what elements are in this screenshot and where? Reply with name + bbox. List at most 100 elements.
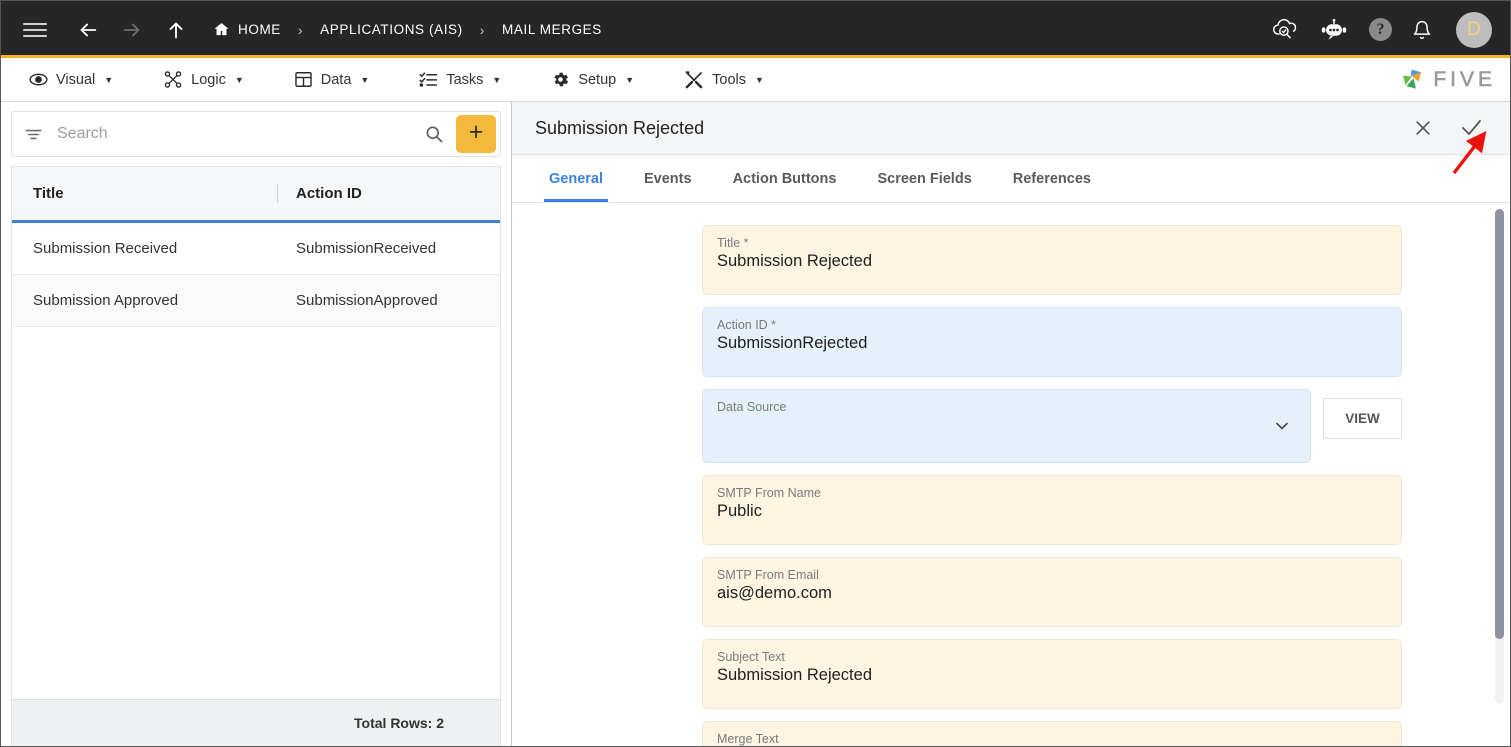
field-label-subject-text: Subject Text: [717, 650, 1387, 664]
field-subject-text[interactable]: Subject Text Submission Rejected: [702, 639, 1402, 709]
field-label-action-id: Action ID *: [717, 318, 1387, 332]
confirm-checkmark-button[interactable]: [1456, 113, 1486, 143]
cell-title: Submission Approved: [12, 292, 277, 309]
breadcrumb-item-home[interactable]: HOME: [213, 21, 281, 38]
up-arrow-icon[interactable]: [165, 19, 187, 41]
application-window: HOME › APPLICATIONS (AIS) › MAIL MERGES: [0, 0, 1511, 747]
menu-label-visual: Visual: [56, 72, 95, 88]
menu-item-visual[interactable]: Visual ▼: [15, 58, 127, 101]
column-header-action-id[interactable]: Action ID: [277, 167, 500, 220]
detail-panel-header: Submission Rejected: [512, 102, 1510, 155]
table-row[interactable]: Submission Received SubmissionReceived: [12, 223, 500, 275]
field-value-smtp-from-name: Public: [717, 502, 1387, 522]
filter-icon[interactable]: [24, 125, 43, 144]
main-body: + Title Action ID Submission Received Su…: [1, 102, 1510, 746]
tab-screen-fields[interactable]: Screen Fields: [864, 155, 984, 202]
breadcrumb-label-home: HOME: [238, 22, 281, 37]
brand-logo: FIVE: [1399, 67, 1510, 93]
eye-icon: [29, 70, 48, 89]
field-row-data-source: Data Source VIEW: [702, 389, 1402, 475]
field-label-title: Title *: [717, 236, 1387, 250]
table-body: Submission Received SubmissionReceived S…: [12, 223, 500, 699]
detail-panel: Submission Rejected General Events Actio…: [512, 102, 1510, 746]
main-menu-bar: Visual ▼ Logic ▼ Data ▼: [1, 58, 1510, 102]
breadcrumb: HOME › APPLICATIONS (AIS) › MAIL MERGES: [213, 21, 602, 38]
field-data-source[interactable]: Data Source: [702, 389, 1311, 463]
menu-item-tasks[interactable]: Tasks ▼: [405, 58, 515, 101]
detail-tabs: General Events Action Buttons Screen Fie…: [512, 155, 1510, 203]
cloud-check-icon[interactable]: [1272, 18, 1299, 42]
chevron-down-icon: ▼: [360, 75, 369, 85]
scrollbar-thumb[interactable]: [1495, 209, 1504, 639]
cell-action-id: SubmissionReceived: [277, 240, 500, 257]
menu-label-logic: Logic: [191, 72, 226, 88]
records-table: Title Action ID Submission Received Subm…: [11, 166, 501, 699]
menu-label-setup: Setup: [578, 72, 616, 88]
field-label-data-source: Data Source: [717, 400, 1296, 414]
tab-action-buttons[interactable]: Action Buttons: [720, 155, 850, 202]
back-arrow-icon[interactable]: [77, 19, 99, 41]
field-smtp-from-email[interactable]: SMTP From Email ais@demo.com: [702, 557, 1402, 627]
menu-label-data: Data: [321, 72, 352, 88]
cell-action-id: SubmissionApproved: [277, 292, 500, 309]
field-label-merge-text: Merge Text: [717, 732, 1387, 746]
breadcrumb-label-mail-merges: MAIL MERGES: [502, 22, 602, 37]
menu-item-logic[interactable]: Logic ▼: [149, 58, 258, 101]
table-grid-icon: [294, 70, 313, 89]
table-footer-total-rows: Total Rows: 2: [11, 699, 501, 746]
field-value-title: Submission Rejected: [717, 252, 1387, 272]
table-header-row: Title Action ID: [12, 167, 500, 223]
field-label-smtp-from-email: SMTP From Email: [717, 568, 1387, 582]
page-title: Submission Rejected: [535, 118, 704, 139]
column-header-title[interactable]: Title: [12, 167, 277, 220]
breadcrumb-item-applications[interactable]: APPLICATIONS (AIS): [320, 22, 463, 37]
field-action-id[interactable]: Action ID * SubmissionRejected: [702, 307, 1402, 377]
chevron-down-icon: ▼: [104, 75, 113, 85]
cell-title: Submission Received: [12, 240, 277, 257]
breadcrumb-label-applications: APPLICATIONS (AIS): [320, 22, 463, 37]
checklist-icon: [419, 70, 438, 89]
brand-text: FIVE: [1433, 68, 1496, 92]
form-vertical-scrollbar[interactable]: [1495, 209, 1504, 704]
breadcrumb-item-mail-merges[interactable]: MAIL MERGES: [502, 22, 602, 37]
bell-icon[interactable]: [1412, 19, 1432, 41]
add-record-button[interactable]: +: [456, 115, 496, 153]
menu-label-tasks: Tasks: [446, 72, 483, 88]
top-navigation-bar: HOME › APPLICATIONS (AIS) › MAIL MERGES: [1, 1, 1510, 58]
tab-general[interactable]: General: [536, 155, 616, 202]
chevron-down-icon: ▼: [625, 75, 634, 85]
chevron-down-icon: ▼: [755, 75, 764, 85]
search-input[interactable]: [57, 125, 414, 143]
help-icon[interactable]: ?: [1369, 18, 1392, 41]
chevron-down-icon[interactable]: [1272, 416, 1292, 436]
avatar[interactable]: D: [1456, 12, 1492, 48]
five-pinwheel-icon: [1399, 67, 1426, 93]
topbar-actions: ? D: [1272, 12, 1492, 48]
menu-item-setup[interactable]: Setup ▼: [537, 58, 648, 101]
gear-icon: [551, 70, 570, 89]
table-row[interactable]: Submission Approved SubmissionApproved: [12, 275, 500, 327]
hamburger-menu-icon[interactable]: [23, 23, 47, 37]
forward-arrow-icon[interactable]: [121, 19, 143, 41]
field-title[interactable]: Title * Submission Rejected: [702, 225, 1402, 295]
menu-item-tools[interactable]: Tools ▼: [670, 58, 778, 101]
breadcrumb-separator: ›: [298, 22, 303, 38]
menu-label-tools: Tools: [712, 72, 746, 88]
tab-events[interactable]: Events: [631, 155, 705, 202]
list-panel: + Title Action ID Submission Received Su…: [1, 102, 512, 746]
field-value-data-source: [717, 416, 1296, 436]
close-icon[interactable]: [1408, 113, 1438, 143]
logic-nodes-icon: [163, 70, 183, 89]
field-value-smtp-from-email: ais@demo.com: [717, 584, 1387, 604]
form-column: Title * Submission Rejected Action ID * …: [702, 225, 1402, 746]
robot-chat-icon[interactable]: [1319, 19, 1349, 41]
view-button[interactable]: VIEW: [1323, 398, 1402, 439]
field-merge-text[interactable]: Merge Text Click to edit: [702, 721, 1402, 746]
tab-references[interactable]: References: [1000, 155, 1104, 202]
search-icon[interactable]: [414, 124, 454, 144]
search-bar: +: [11, 111, 501, 157]
chevron-down-icon: ▼: [235, 75, 244, 85]
field-smtp-from-name[interactable]: SMTP From Name Public: [702, 475, 1402, 545]
chevron-down-icon: ▼: [492, 75, 501, 85]
menu-item-data[interactable]: Data ▼: [280, 58, 384, 101]
